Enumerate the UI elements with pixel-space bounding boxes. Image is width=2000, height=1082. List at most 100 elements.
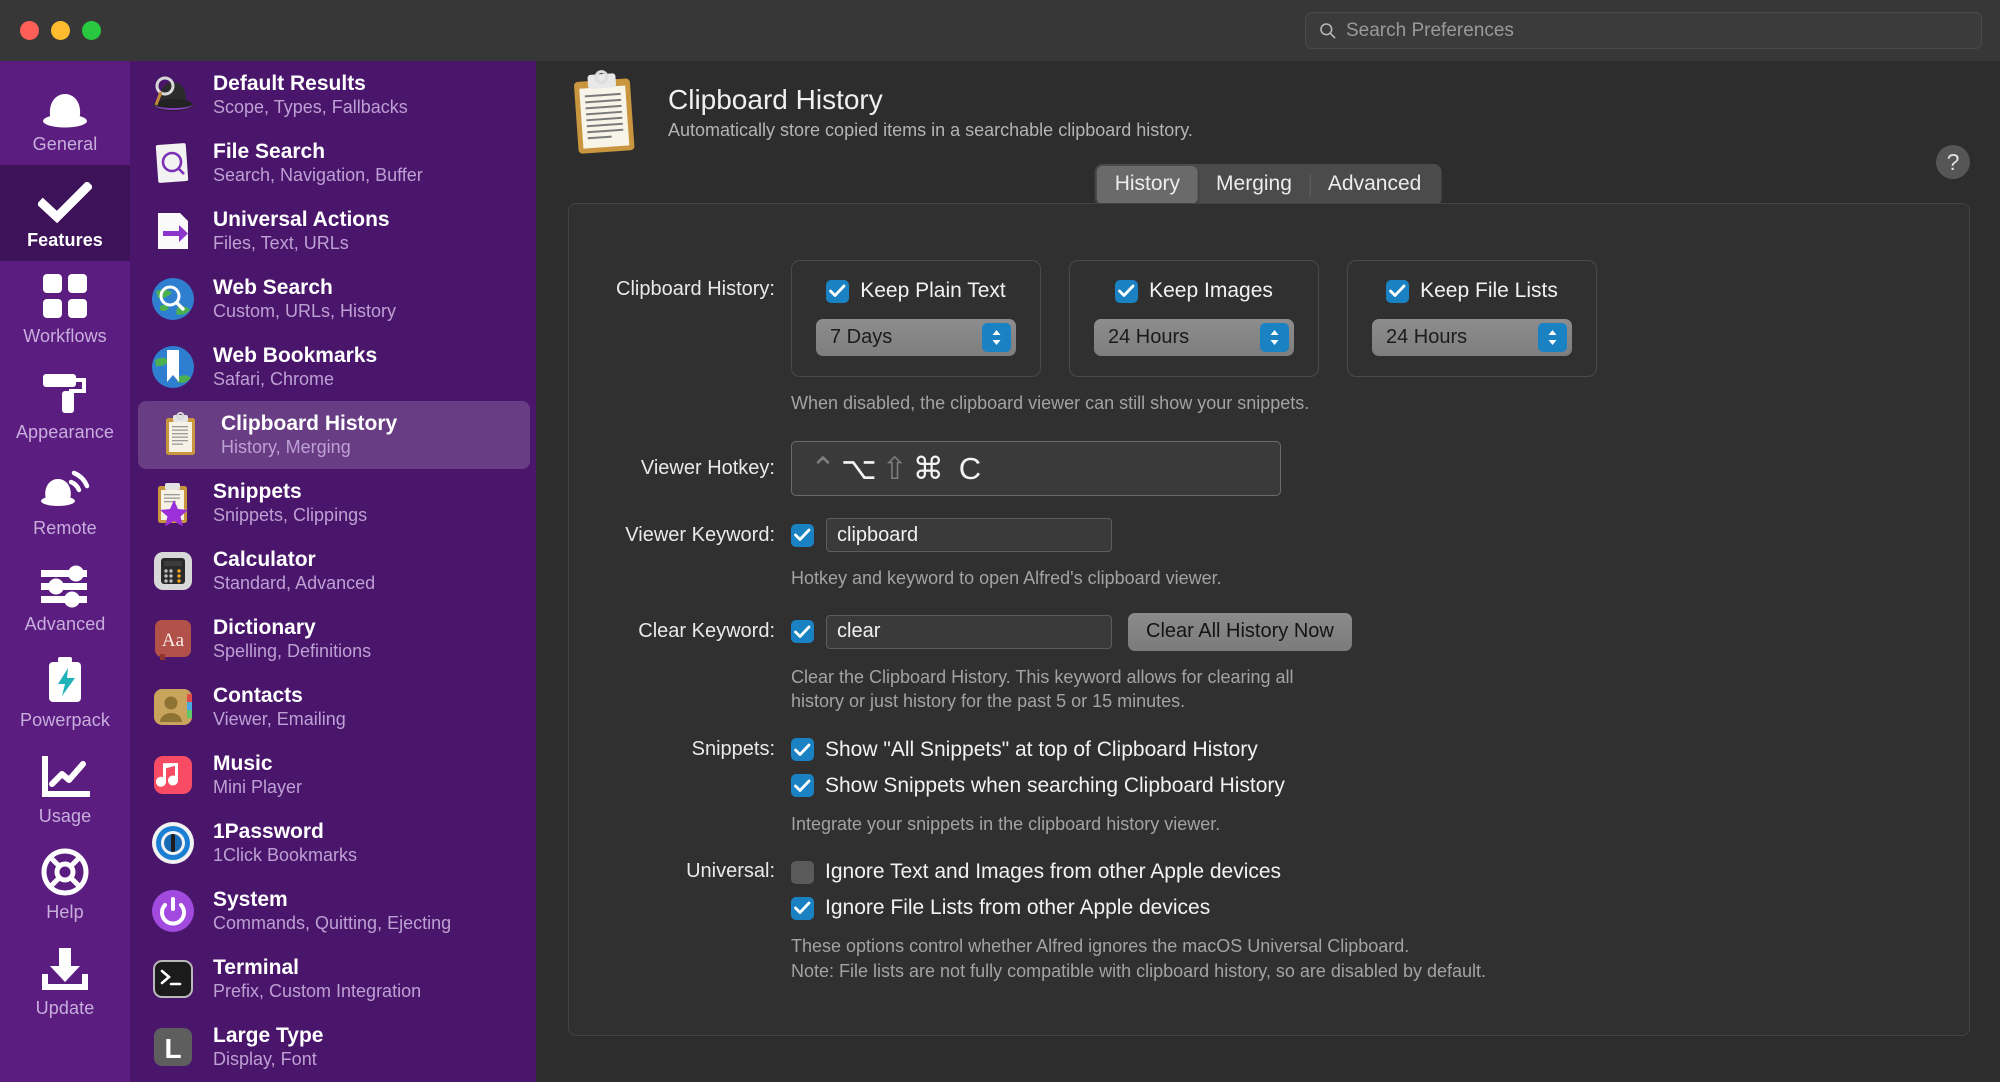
sidebar-item-general[interactable]: General [0, 69, 130, 165]
universal-option-1[interactable]: Ignore Text and Images from other Apple … [791, 860, 1281, 884]
sidebar-rail: General Features Workflows [0, 61, 130, 1082]
sidebar-item-usage[interactable]: Usage [0, 741, 130, 837]
sidebar-item-workflows[interactable]: Workflows [0, 261, 130, 357]
clear-keyword-checkbox[interactable] [791, 620, 814, 643]
snippets-option-2[interactable]: Show Snippets when searching Clipboard H… [791, 774, 1285, 798]
chart-icon [40, 752, 90, 800]
sidebar-item-help[interactable]: Help [0, 837, 130, 933]
list-item-title: Calculator [213, 548, 375, 572]
keep-images-checkbox[interactable] [1115, 280, 1138, 303]
show-snippets-searching-checkbox[interactable] [791, 774, 814, 797]
tab-history[interactable]: History [1097, 166, 1198, 204]
list-item-terminal[interactable]: Terminal Prefix, Custom Integration [130, 945, 536, 1013]
hat-magnifier-icon [150, 72, 196, 118]
remote-icon [38, 464, 92, 512]
lifering-icon [41, 848, 89, 896]
sidebar-item-advanced[interactable]: Advanced [0, 549, 130, 645]
list-item-web-search[interactable]: Web Search Custom, URLs, History [130, 265, 536, 333]
list-item-system[interactable]: System Commands, Quitting, Ejecting [130, 877, 536, 945]
tab-advanced[interactable]: Advanced [1310, 166, 1439, 204]
universal-row: Universal: Ignore Text and Images from o… [569, 860, 1969, 920]
list-item-snippets[interactable]: Snippets Snippets, Clippings [130, 469, 536, 537]
viewer-keyword-input[interactable]: clipboard [826, 518, 1112, 552]
search-preferences-field[interactable] [1305, 12, 1982, 49]
list-item-music[interactable]: Music Mini Player [130, 741, 536, 809]
globe-search-icon [150, 276, 196, 322]
viewer-hotkey-field[interactable]: ⌃ ⌥ ⇧ ⌘ C [791, 441, 1281, 496]
list-item-subtitle: Snippets, Clippings [213, 505, 367, 526]
sidebar-item-appearance[interactable]: Appearance [0, 357, 130, 453]
list-item-title: 1Password [213, 820, 357, 844]
list-item-subtitle: Safari, Chrome [213, 369, 377, 390]
images-duration-popup[interactable]: 24 Hours [1094, 319, 1294, 356]
list-item-title: System [213, 888, 451, 912]
alfred-preferences-window: General Features Workflows [0, 0, 2000, 1082]
show-all-snippets-label: Show "All Snippets" at top of Clipboard … [825, 738, 1258, 762]
hotkey-key: C [959, 451, 981, 487]
viewer-keyword-checkbox[interactable] [791, 524, 814, 547]
list-item-subtitle: Standard, Advanced [213, 573, 375, 594]
clear-keyword-input[interactable]: clear [826, 615, 1112, 649]
globe-bookmark-icon [150, 344, 196, 390]
keep-images-label: Keep Images [1149, 279, 1273, 303]
show-all-snippets-checkbox[interactable] [791, 738, 814, 761]
traffic-lights [20, 21, 101, 40]
sidebar-label: Features [27, 230, 103, 251]
snippets-option-1[interactable]: Show "All Snippets" at top of Clipboard … [791, 738, 1285, 762]
list-item-title: File Search [213, 140, 423, 164]
list-item-1password[interactable]: 1Password 1Click Bookmarks [130, 809, 536, 877]
minimize-button[interactable] [51, 21, 70, 40]
sidebar-item-powerpack[interactable]: Powerpack [0, 645, 130, 741]
file-lists-duration-popup[interactable]: 24 Hours [1372, 319, 1572, 356]
viewer-hotkey-row: Viewer Hotkey: ⌃ ⌥ ⇧ ⌘ C [569, 441, 1969, 496]
list-item-calculator[interactable]: Calculator Standard, Advanced [130, 537, 536, 605]
clipboard-history-label: Clipboard History: [569, 252, 791, 301]
sliders-icon [39, 560, 91, 608]
list-item-subtitle: Files, Text, URLs [213, 233, 390, 254]
search-input[interactable] [1346, 20, 1969, 42]
close-button[interactable] [20, 21, 39, 40]
features-list[interactable]: Default Results Scope, Types, Fallbacks … [130, 61, 536, 1082]
universal-option-2[interactable]: Ignore File Lists from other Apple devic… [791, 896, 1281, 920]
plain-text-duration-popup[interactable]: 7 Days [816, 319, 1016, 356]
sidebar-label: General [33, 134, 98, 155]
list-item-large-type[interactable]: L Large Type Display, Font [130, 1013, 536, 1081]
tab-merging[interactable]: Merging [1198, 166, 1310, 204]
search-icon [1318, 21, 1338, 41]
chevron-updown-icon [1538, 323, 1567, 352]
clear-all-history-now-button[interactable]: Clear All History Now [1128, 613, 1352, 651]
list-item-file-search[interactable]: File Search Search, Navigation, Buffer [130, 129, 536, 197]
sidebar-label: Powerpack [20, 710, 110, 731]
ignore-file-lists-label: Ignore File Lists from other Apple devic… [825, 896, 1210, 920]
sidebar-item-features[interactable]: Features [0, 165, 130, 261]
keep-file-lists-checkbox[interactable] [1386, 280, 1409, 303]
sidebar-label: Appearance [16, 422, 114, 443]
page-subtitle: Automatically store copied items in a se… [668, 120, 1193, 141]
roller-icon [40, 368, 90, 416]
clear-keyword-row: Clear Keyword: clear Clear All History N… [569, 613, 1969, 651]
sidebar-item-remote[interactable]: Remote [0, 453, 130, 549]
list-item-universal-actions[interactable]: Universal Actions Files, Text, URLs [130, 197, 536, 265]
list-item-web-bookmarks[interactable]: Web Bookmarks Safari, Chrome [130, 333, 536, 401]
list-item-default-results[interactable]: Default Results Scope, Types, Fallbacks [130, 61, 536, 129]
list-item-subtitle: Commands, Quitting, Ejecting [213, 913, 451, 934]
sidebar-item-update[interactable]: Update [0, 933, 130, 1029]
shift-modifier-icon: ⇧ [882, 453, 908, 484]
keep-plain-text-checkbox[interactable] [826, 280, 849, 303]
list-item-dictionary[interactable]: Aa Dictionary Spelling, Definitions [130, 605, 536, 673]
universal-hint-line2: Note: File lists are not fully compatibl… [791, 959, 1486, 983]
list-item-title: Universal Actions [213, 208, 390, 232]
zoom-button[interactable] [82, 21, 101, 40]
ignore-text-images-checkbox[interactable] [791, 861, 814, 884]
document-arrow-icon [150, 208, 196, 254]
keep-images-group: Keep Images 24 Hours [1069, 260, 1319, 377]
ignore-file-lists-checkbox[interactable] [791, 897, 814, 920]
list-item-subtitle: Scope, Types, Fallbacks [213, 97, 408, 118]
list-item-clipboard-history[interactable]: Clipboard History History, Merging [138, 401, 530, 469]
list-item-subtitle: Display, Font [213, 1049, 323, 1070]
clear-keyword-hint-line2: history or just history for the past 5 o… [791, 689, 1294, 713]
keep-plain-text-group: Keep Plain Text 7 Days [791, 260, 1041, 377]
grid-icon [41, 272, 89, 320]
list-item-contacts[interactable]: Contacts Viewer, Emailing [130, 673, 536, 741]
option-modifier-icon: ⌥ [841, 453, 877, 484]
